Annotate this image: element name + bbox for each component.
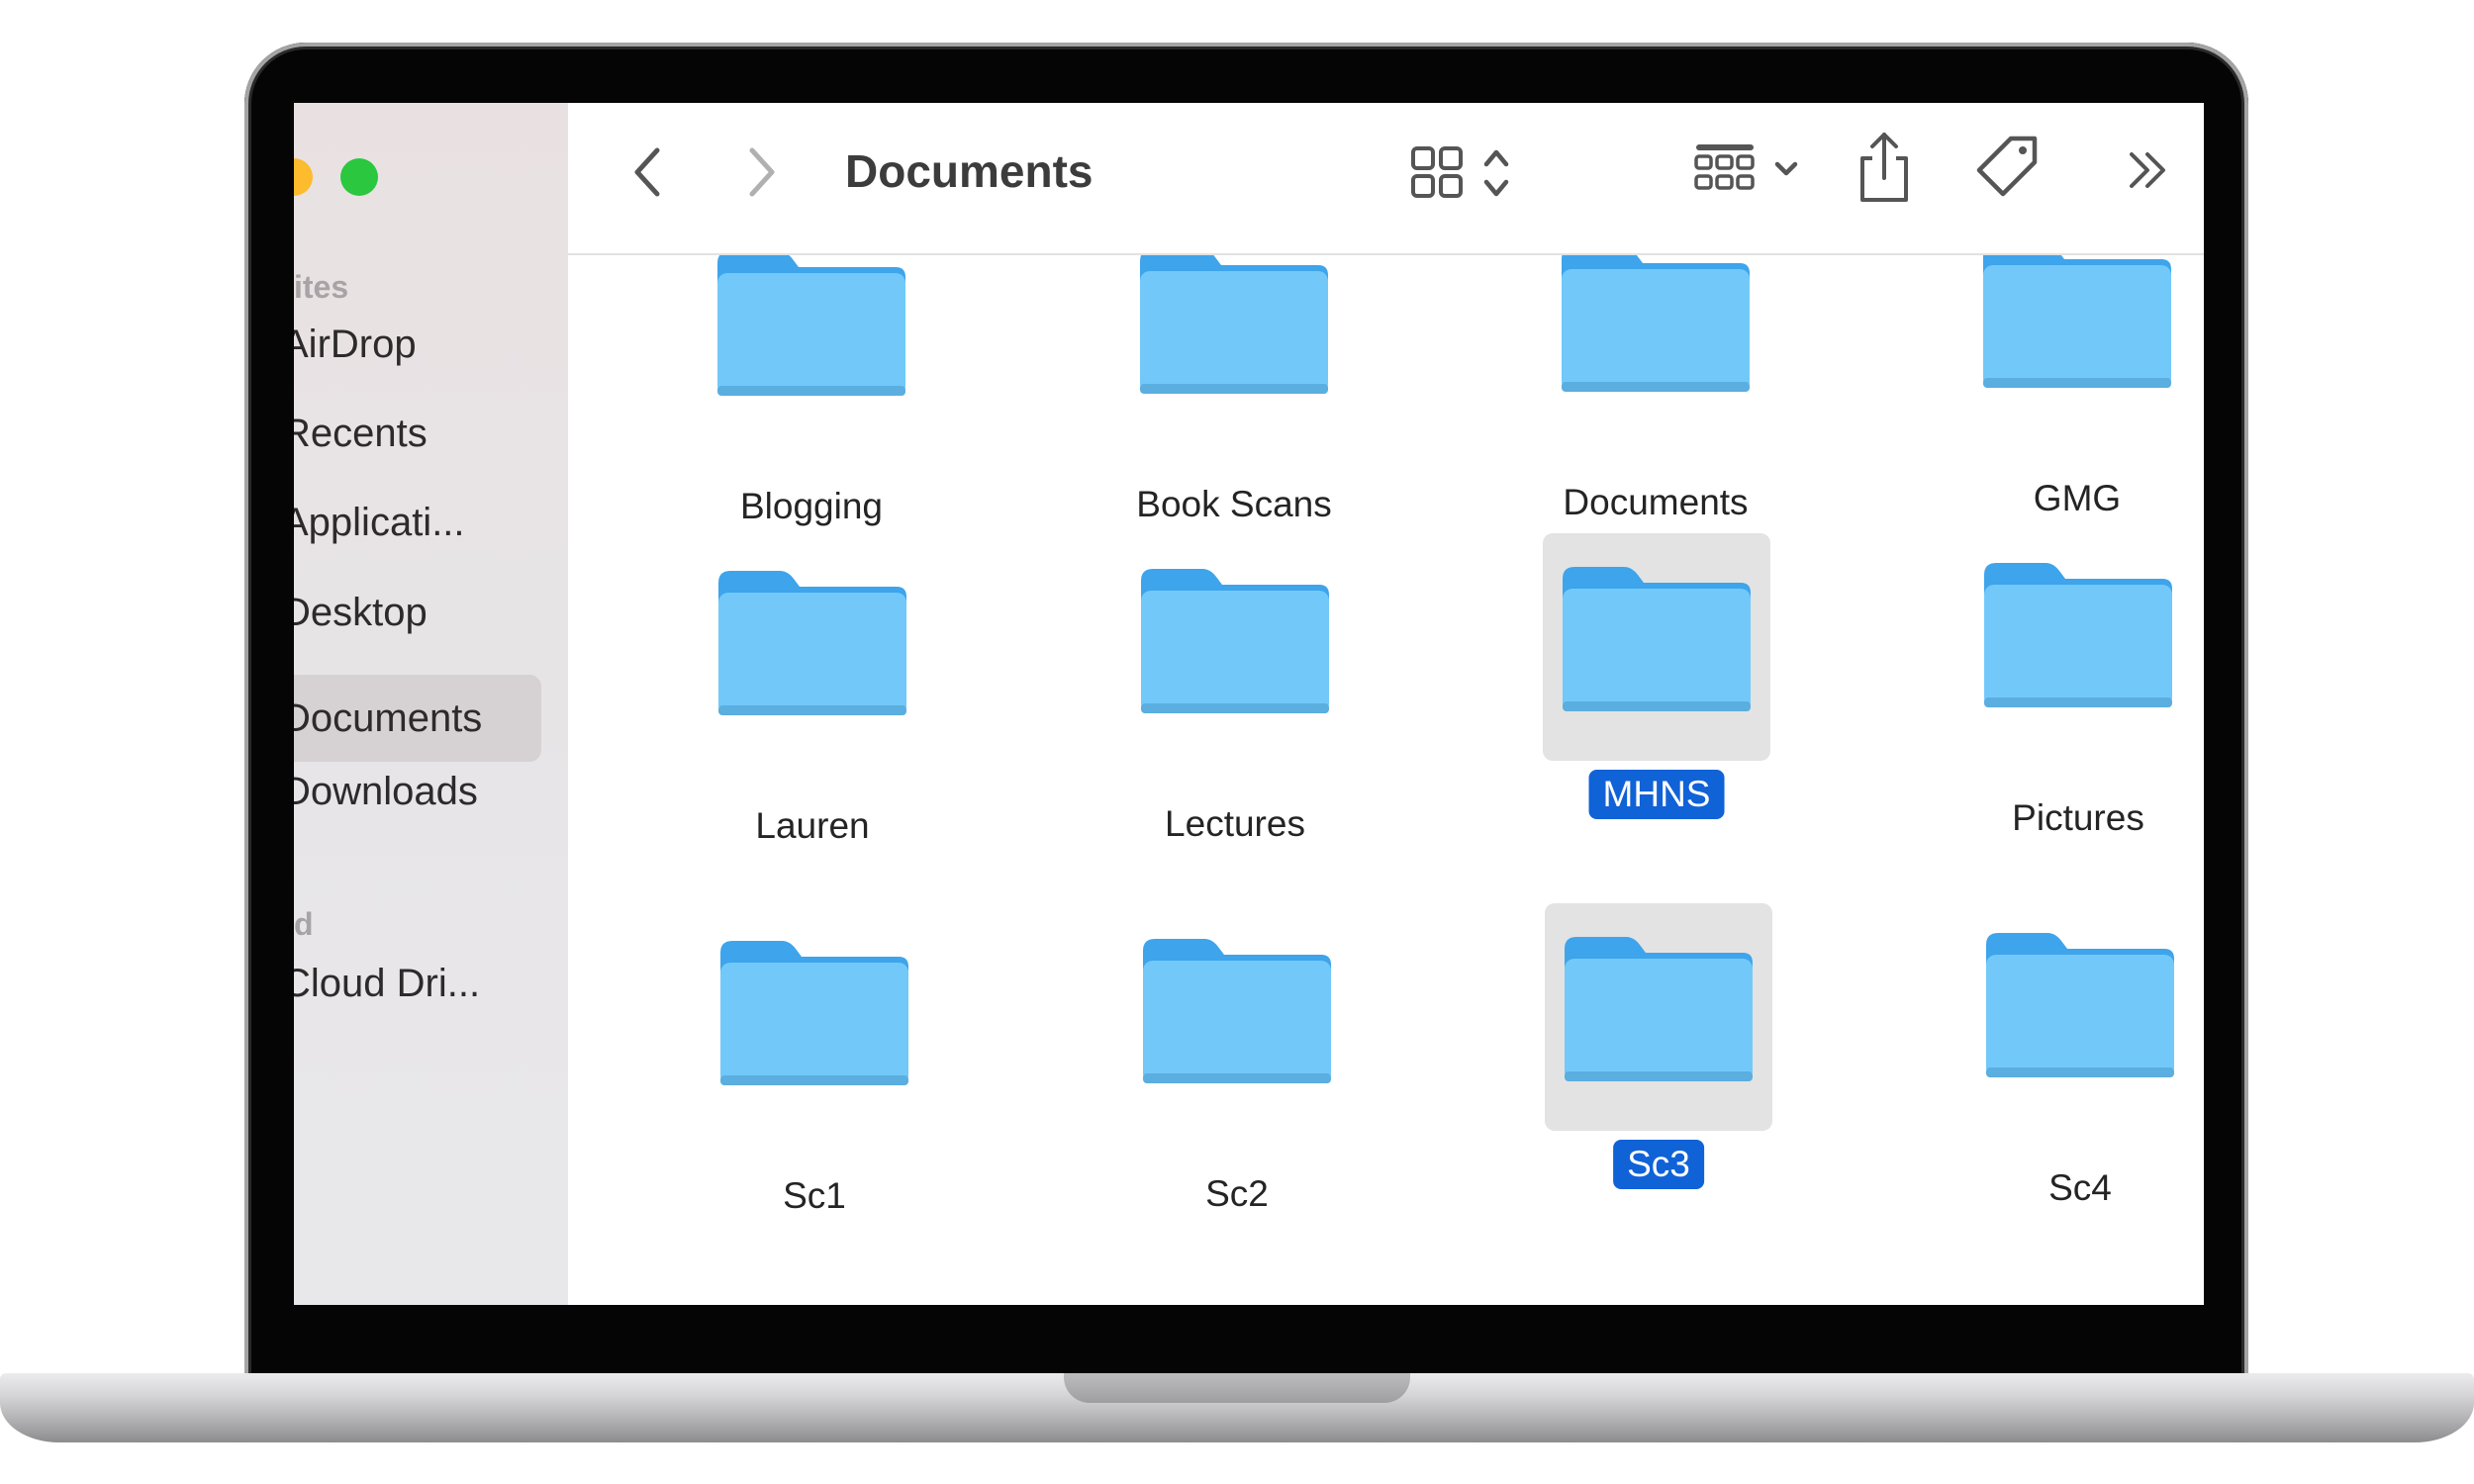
folder-icon — [720, 941, 908, 1085]
sidebar-item-label: AirDrop — [294, 322, 417, 366]
toolbar: Documents — [568, 103, 2204, 255]
folder-icon — [1140, 249, 1328, 394]
folder-icon — [1983, 243, 2171, 388]
folder-item[interactable]: Lectures — [1121, 535, 1349, 844]
folder-item[interactable]: Blogging — [698, 218, 925, 526]
folder-label: Sc1 — [783, 1175, 846, 1216]
folder-item-selected[interactable]: MHNS — [1543, 533, 1770, 819]
folder-icon — [1563, 567, 1751, 711]
folder-item-selected[interactable]: Sc3 — [1545, 903, 1772, 1189]
main-content: Documents Blogging Book Scans Documents … — [568, 103, 2204, 1305]
sidebar-item-label: Documents — [294, 696, 483, 740]
sidebar-item-label: Cloud Dri... — [294, 961, 481, 1005]
sidebar-item-documents[interactable]: Documents — [294, 675, 541, 762]
group-by-icon[interactable] — [1692, 139, 1811, 208]
folder-grid: Blogging Book Scans Documents GMG Lauren… — [568, 103, 2204, 1305]
folder-label: Sc3 — [1613, 1140, 1704, 1189]
sidebar-item-label: Desktop — [294, 590, 428, 634]
folder-label: Lectures — [1165, 803, 1305, 844]
sidebar-item-label: Downloads — [294, 769, 478, 813]
folder-item[interactable]: Pictures — [1964, 529, 2192, 838]
sidebar-heading-icloud: d — [294, 906, 314, 942]
folder-icon — [1984, 563, 2172, 707]
folder-icon — [718, 571, 906, 715]
folder-item[interactable]: Sc1 — [701, 907, 928, 1216]
folder-label: GMG — [2033, 478, 2122, 518]
sidebar-item-airdrop[interactable]: AirDrop — [294, 317, 549, 372]
double-chevron-icon[interactable] — [2122, 142, 2181, 202]
folder-item[interactable]: Sc2 — [1123, 905, 1351, 1214]
sidebar-item-icloud-drive[interactable]: Cloud Dri... — [294, 956, 549, 1011]
icon-grid-view-icon[interactable] — [1409, 140, 1528, 210]
folder-icon — [1562, 247, 1750, 392]
laptop-hinge-notch — [1064, 1373, 1410, 1403]
tag-icon[interactable] — [1973, 133, 2043, 202]
folder-label: Sc4 — [2048, 1167, 2112, 1208]
folder-label: Documents — [1563, 482, 1749, 522]
sidebar-item-label: Recents — [294, 411, 428, 455]
share-icon[interactable] — [1855, 129, 1914, 208]
folder-item[interactable]: Lauren — [699, 537, 926, 846]
sidebar-item-recents[interactable]: Recents — [294, 406, 549, 461]
folder-icon — [1565, 937, 1753, 1081]
folder-icon — [1143, 939, 1331, 1083]
sidebar-item-label: Applicati... — [294, 500, 465, 544]
folder-label: Sc2 — [1205, 1173, 1269, 1214]
folder-label: Book Scans — [1136, 484, 1332, 524]
screen: ites AirDrop Recents Applicati... Deskto… — [294, 103, 2204, 1305]
chevron-left-icon[interactable] — [627, 142, 667, 202]
sidebar-item-downloads[interactable]: Downloads — [294, 764, 549, 819]
folder-label: Blogging — [739, 486, 884, 526]
sidebar: ites AirDrop Recents Applicati... Deskto… — [294, 103, 568, 1305]
folder-label: Pictures — [2012, 797, 2144, 838]
sidebar-heading-favorites: ites — [294, 269, 349, 305]
folder-icon — [717, 251, 905, 396]
window-title: Documents — [845, 145, 1094, 197]
folder-item[interactable]: Sc4 — [1966, 899, 2194, 1208]
chevron-right-icon[interactable] — [742, 142, 782, 202]
folder-label: MHNS — [1588, 770, 1725, 819]
sidebar-item-applications[interactable]: Applicati... — [294, 495, 549, 550]
folder-icon — [1141, 569, 1329, 713]
sidebar-item-desktop[interactable]: Desktop — [294, 585, 549, 640]
minimize-button[interactable] — [294, 158, 313, 196]
folder-label: Lauren — [755, 805, 870, 846]
zoom-button[interactable] — [340, 158, 378, 196]
folder-icon — [1986, 933, 2174, 1077]
